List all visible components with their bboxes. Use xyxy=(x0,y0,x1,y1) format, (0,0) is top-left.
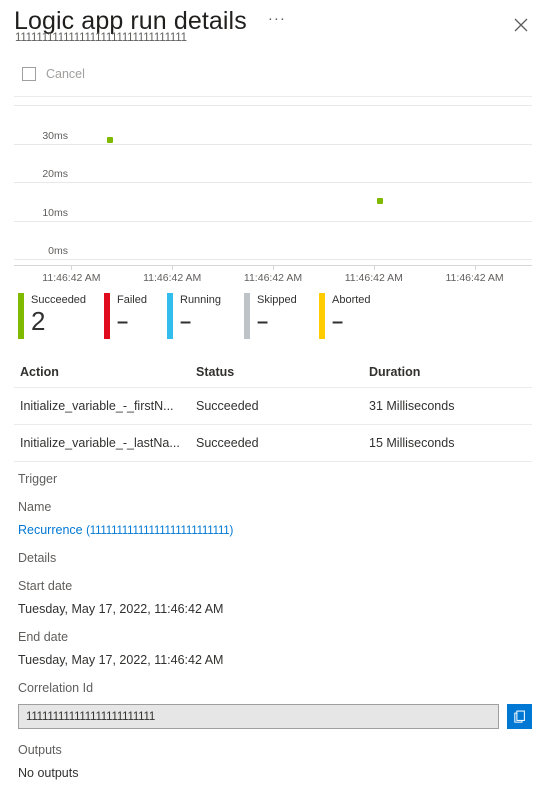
chart-data-point[interactable] xyxy=(106,136,113,143)
status-tile-value: – xyxy=(332,311,344,333)
status-tile-text: Succeeded 2 xyxy=(31,293,86,339)
chart-x-tick xyxy=(71,265,73,270)
cell-duration: 15 Milliseconds xyxy=(369,436,455,450)
toolbar-divider xyxy=(14,96,532,97)
status-tile-bar xyxy=(18,293,24,339)
cancel-button-label: Cancel xyxy=(46,67,85,81)
status-tile-failed[interactable]: Failed – xyxy=(104,293,147,339)
status-tile-text: Running – xyxy=(180,293,221,339)
status-tile-text: Skipped – xyxy=(257,293,297,339)
copy-icon[interactable] xyxy=(507,704,532,729)
status-tile-text: Failed – xyxy=(117,293,147,339)
trigger-details: Trigger Name Recurrence (111111111111111… xyxy=(18,472,532,780)
status-tile-bar xyxy=(167,293,173,339)
chart-y-tick-label: 30ms xyxy=(42,129,68,142)
chart-y-tick-label: 0ms xyxy=(48,245,68,257)
details-label: Details xyxy=(18,551,57,565)
cell-duration: 31 Milliseconds xyxy=(369,399,455,413)
correlation-id-label: Correlation Id xyxy=(18,681,94,695)
chart-gridline xyxy=(14,259,532,260)
trigger-name-suffix: (11111111111111111111111111) xyxy=(86,525,234,537)
end-date-label: End date xyxy=(18,630,69,644)
chart-data-point[interactable] xyxy=(376,198,383,205)
status-tile-text: Aborted – xyxy=(332,293,371,339)
chart-x-tick-label: 11:46:42 AM xyxy=(243,272,303,284)
trigger-name-label: Name xyxy=(18,500,52,514)
chart-x-tick-label: 11:46:42 AM xyxy=(445,272,504,284)
chart-gridline xyxy=(14,143,532,145)
blade-subtitle: 11111111111111111111111111111111 xyxy=(15,32,187,44)
blade-header: Logic app run details ··· 11111111111111… xyxy=(0,0,550,55)
status-tile-value: – xyxy=(257,311,269,333)
status-tile-label: Failed xyxy=(117,294,147,306)
table-header-row: Action Status Duration xyxy=(14,357,532,388)
chart-y-tick-label: 10ms xyxy=(42,206,68,219)
cell-status: Succeeded xyxy=(196,436,259,450)
cancel-button[interactable]: Cancel xyxy=(16,63,91,85)
actions-table: Action Status Duration Initialize_variab… xyxy=(14,357,532,462)
outputs-value: No outputs xyxy=(18,766,79,780)
stop-square-icon xyxy=(22,67,36,81)
duration-chart: 0ms 10ms 20ms 30ms 11:46:42 AM 11:46:42 AM 11:… xyxy=(0,103,550,293)
outputs-label: Outputs xyxy=(18,743,62,757)
start-date-label: Start date xyxy=(18,579,73,593)
correlation-id-input[interactable] xyxy=(18,704,499,729)
status-tile-aborted[interactable]: Aborted – xyxy=(319,293,371,339)
chart-gridline xyxy=(14,182,532,183)
chart-x-tick-label: 11:46:42 AM xyxy=(344,272,403,284)
column-header-action: Action xyxy=(20,365,59,379)
more-options-icon[interactable]: ··· xyxy=(263,8,291,35)
trigger-heading: Trigger xyxy=(18,472,58,486)
status-tile-value: – xyxy=(180,311,192,333)
chart-x-tick xyxy=(273,265,274,270)
chart-gridline xyxy=(14,220,532,222)
column-header-status: Status xyxy=(196,365,235,379)
end-date-value: Tuesday, May 17, 2022, 11:46:42 AM xyxy=(18,653,224,667)
status-tile-bar xyxy=(244,293,250,339)
chart-y-tick-label: 20ms xyxy=(42,168,68,180)
command-bar: Cancel xyxy=(0,63,550,97)
close-icon[interactable] xyxy=(508,12,534,38)
trigger-name-row: Recurrence (11111111111111111111111111) xyxy=(18,523,532,537)
status-tile-label: Skipped xyxy=(257,294,297,306)
chart-x-tick-label: 11:46:42 AM xyxy=(42,272,101,284)
column-header-duration: Duration xyxy=(369,365,421,379)
chart-x-tick-label: 11:46:42 AM xyxy=(143,272,202,284)
status-tile-skipped[interactable]: Skipped – xyxy=(244,293,297,339)
start-date-value: Tuesday, May 17, 2022, 11:46:42 AM xyxy=(18,602,224,616)
status-tile-bar xyxy=(319,293,325,339)
chart-x-tick xyxy=(474,265,476,270)
status-tile-label: Aborted xyxy=(332,294,371,306)
trigger-name-link[interactable]: Recurrence xyxy=(18,523,83,537)
status-tile-value: – xyxy=(117,311,129,333)
cell-action: Initialize_variable_-_firstN... xyxy=(20,399,174,413)
chart-gridline xyxy=(14,105,532,106)
chart-x-tick xyxy=(373,265,375,270)
table-row[interactable]: Initialize_variable_-_firstN... Succeede… xyxy=(14,388,532,425)
status-tile-label: Succeeded xyxy=(31,294,87,306)
chart-x-tick xyxy=(172,265,174,270)
status-tile-bar xyxy=(104,293,110,339)
status-summary: Succeeded 2 Failed – Running – Skipped – Aborted… xyxy=(0,293,550,355)
status-tile-label: Running xyxy=(180,294,221,306)
table-row[interactable]: Initialize_variable_-_lastNa... Succeede… xyxy=(14,425,532,462)
status-tile-succeeded[interactable]: Succeeded 2 xyxy=(18,293,86,339)
cell-status: Succeeded xyxy=(196,399,259,413)
status-tile-running[interactable]: Running – xyxy=(167,293,221,339)
status-tile-value: 2 xyxy=(31,306,46,336)
cell-action: Initialize_variable_-_lastNa... xyxy=(20,436,180,450)
correlation-id-row xyxy=(18,704,532,729)
